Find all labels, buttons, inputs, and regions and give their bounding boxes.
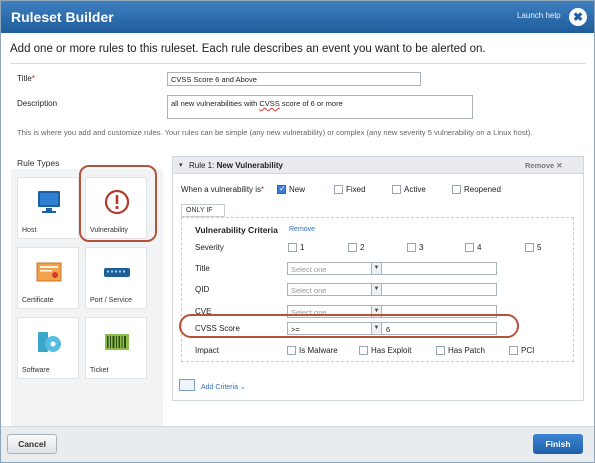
intro-text: Add one or more rules to this ruleset. E…	[10, 43, 486, 55]
when-label: When a vulnerability is*	[181, 185, 265, 194]
title-label: Title*	[17, 74, 35, 83]
rule-header[interactable]: ▾ Rule 1: New Vulnerability Remove ✕	[173, 157, 583, 174]
description-label: Description	[17, 99, 58, 108]
impact-option: Has Patch	[448, 346, 485, 355]
rule-types-heading: Rule Types	[17, 158, 60, 168]
severity-2-checkbox[interactable]	[348, 243, 357, 252]
barcode-ticket-icon	[105, 334, 129, 350]
impact-patch-checkbox[interactable]	[436, 346, 445, 355]
rule-type-label: Certificate	[22, 297, 54, 304]
chevron-down-icon: ▼	[371, 284, 381, 295]
severity-label: Severity	[195, 243, 224, 252]
only-if-tab: ONLY IF	[181, 204, 225, 217]
state-reopened-checkbox[interactable]	[452, 185, 461, 194]
rule-type-label: Port / Service	[90, 297, 133, 304]
criteria-title-label: Title	[195, 264, 210, 273]
state-label: Reopened	[464, 185, 501, 194]
cancel-button[interactable]: Cancel	[7, 434, 57, 454]
severity-option: 2	[360, 243, 365, 252]
cvss-value-input[interactable]: 6	[381, 322, 497, 335]
rule-type-ticket[interactable]: Ticket	[85, 317, 147, 379]
launch-help-link[interactable]: Launch help	[517, 11, 561, 20]
rule-type-label: Ticket	[90, 367, 109, 374]
ruleset-builder-dialog: Ruleset Builder Launch help ✖ Add one or…	[0, 0, 595, 463]
hint-text: This is where you add and customize rule…	[17, 128, 533, 137]
selected-highlight-oval	[79, 165, 157, 242]
severity-1-checkbox[interactable]	[288, 243, 297, 252]
rule-type-host[interactable]: Host	[17, 177, 79, 239]
severity-option: 4	[477, 243, 482, 252]
severity-option: 5	[537, 243, 542, 252]
severity-option: 1	[300, 243, 305, 252]
chevron-down-icon: ▼	[371, 323, 381, 334]
rule-panel: ▾ Rule 1: New Vulnerability Remove ✕ Whe…	[172, 156, 584, 401]
impact-label: Impact	[195, 346, 220, 355]
software-disc-icon	[38, 332, 61, 352]
title-operator-select[interactable]: Select one ▼	[287, 262, 382, 275]
severity-4-checkbox[interactable]	[465, 243, 474, 252]
chevron-down-icon: ▼	[371, 263, 381, 274]
collapse-caret-icon[interactable]: ▾	[179, 161, 183, 169]
title-input[interactable]: CVSS Score 6 and Above	[167, 72, 421, 86]
monitor-icon	[38, 191, 60, 213]
qid-value-input[interactable]	[381, 283, 497, 296]
finish-button[interactable]: Finish	[533, 434, 583, 454]
cvss-operator-select[interactable]: >= ▼	[287, 322, 382, 335]
dialog-footer: Cancel Finish	[1, 426, 594, 462]
rule-type-label: Host	[22, 227, 37, 234]
rule-type-software[interactable]: Software	[17, 317, 79, 379]
title-value-input[interactable]	[381, 262, 497, 275]
state-fixed-checkbox[interactable]	[334, 185, 343, 194]
impact-exploit-checkbox[interactable]	[359, 346, 368, 355]
state-new-checkbox[interactable]	[277, 184, 286, 194]
impact-option: Has Exploit	[371, 346, 412, 355]
add-criteria-icon	[179, 379, 195, 391]
divider	[10, 63, 586, 64]
state-label: Active	[404, 185, 426, 194]
state-active-checkbox[interactable]	[392, 185, 401, 194]
dialog-title: Ruleset Builder	[11, 9, 114, 25]
qid-label: QID	[195, 285, 210, 294]
description-textarea[interactable]: all new vulnerabilities with CVSS score …	[167, 95, 473, 119]
impact-pci-checkbox[interactable]	[509, 346, 518, 355]
cvss-score-label: CVSS Score	[195, 324, 240, 333]
add-criteria-label: Add Criteria ⌄	[201, 384, 246, 391]
severity-5-checkbox[interactable]	[525, 243, 534, 252]
rule-title: Rule 1: New Vulnerability	[189, 161, 283, 170]
certificate-icon	[36, 262, 62, 282]
severity-3-checkbox[interactable]	[407, 243, 416, 252]
qid-operator-select[interactable]: Select one ▼	[287, 283, 382, 296]
state-label: New	[289, 185, 306, 194]
impact-option: Is Malware	[299, 346, 338, 355]
severity-option: 3	[419, 243, 424, 252]
rule-type-label: Software	[22, 367, 50, 374]
rule-type-certificate[interactable]: Certificate	[17, 247, 79, 309]
remove-rule-button[interactable]: Remove ✕	[525, 161, 563, 170]
state-label: Fixed	[346, 185, 366, 194]
impact-malware-checkbox[interactable]	[287, 346, 296, 355]
remove-criteria-link[interactable]: Remove	[289, 226, 315, 233]
dialog-titlebar: Ruleset Builder Launch help ✖	[1, 1, 594, 33]
criteria-title: Vulnerability Criteria	[195, 225, 278, 235]
network-switch-icon	[104, 268, 130, 277]
close-icon[interactable]: ✖	[569, 8, 587, 26]
rule-type-port-service[interactable]: Port / Service	[85, 247, 147, 309]
impact-option: PCI	[521, 346, 535, 355]
